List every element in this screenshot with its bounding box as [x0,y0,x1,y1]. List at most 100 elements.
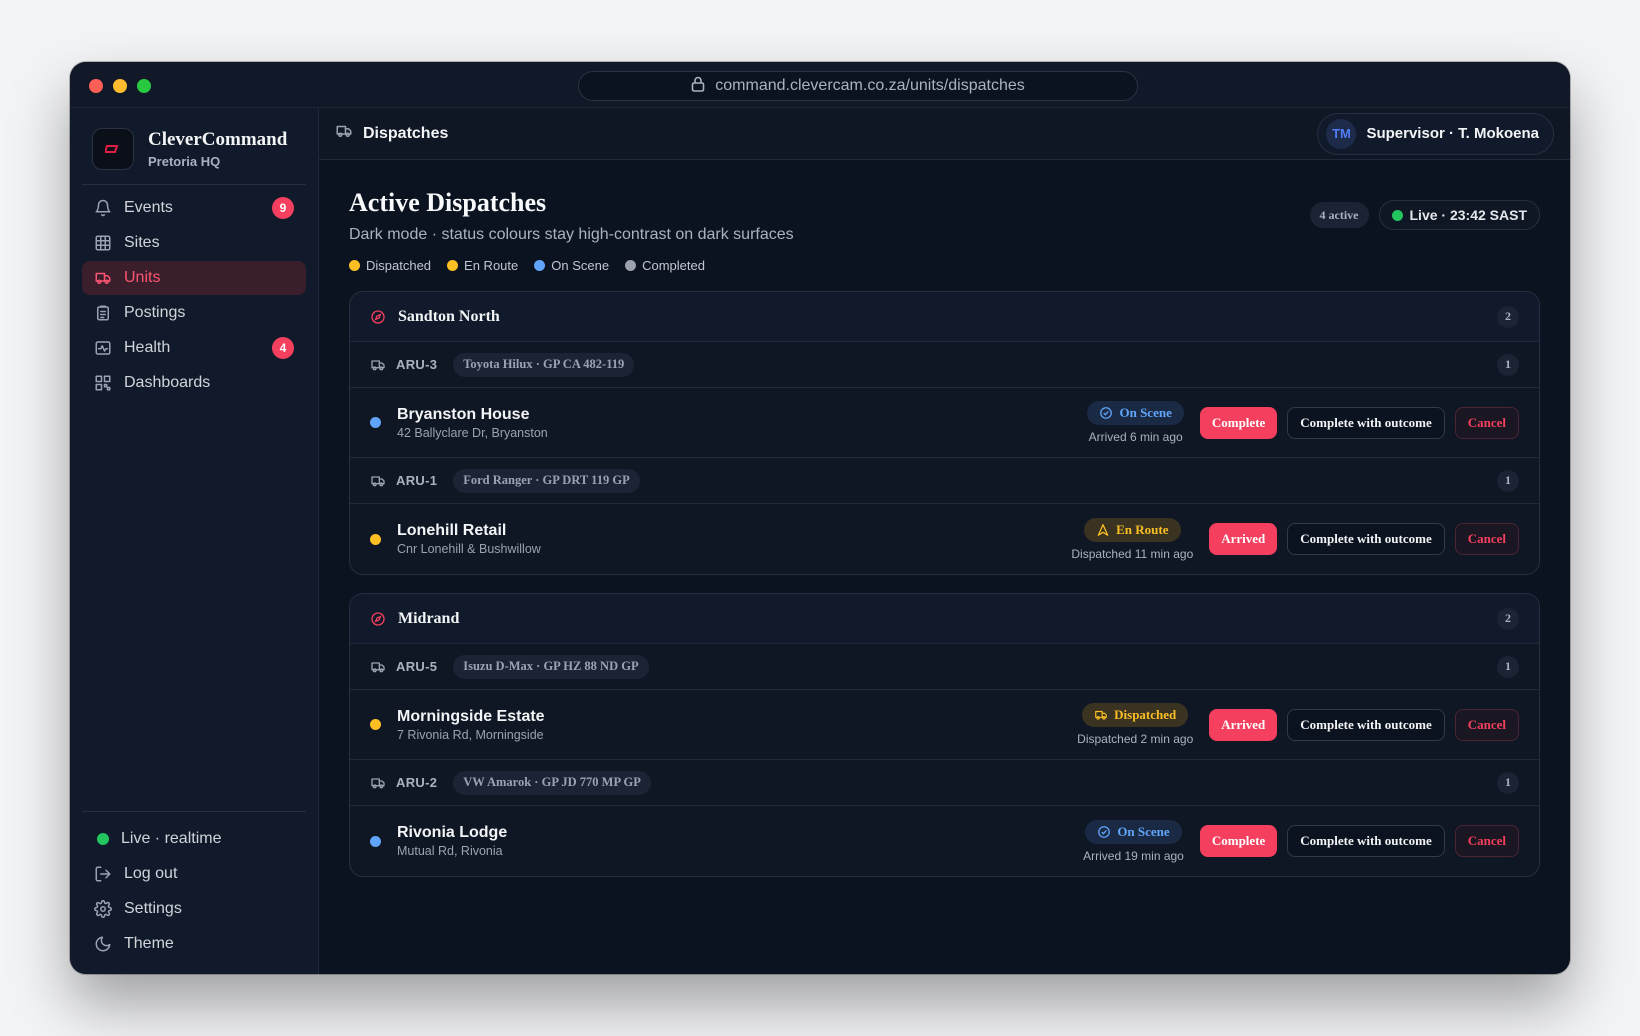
dispatches-panel: Active Dispatches Dark mode · status col… [319,160,1570,877]
user-menu[interactable]: TM Supervisor · T. Mokoena [1317,112,1554,155]
legend-label: Completed [642,258,705,273]
settings-button[interactable]: Settings [82,892,306,926]
minimize-window-button[interactable] [113,79,127,93]
sidebar-item-label: Units [124,269,161,286]
browser-titlebar: command.clevercam.co.za/units/dispatches [70,62,1570,108]
sidebar-item-label: Health [124,339,171,356]
site-name: Lonehill Retail [397,522,507,539]
dispatch-row: Bryanston House 42 Ballyclare Dr, Bryans… [350,388,1539,458]
theme-toggle[interactable]: Theme [82,927,306,961]
status-label: Dispatched [1114,707,1177,722]
avatar: TM [1326,118,1357,149]
breadcrumb: Dispatches [335,122,448,145]
status-time: Dispatched 2 min ago [1077,732,1194,746]
brand-logo-icon [92,128,134,170]
truck-icon [1095,710,1107,720]
settings-label: Settings [124,900,182,917]
truck-icon [371,475,385,486]
maximize-window-button[interactable] [137,79,151,93]
logout-button[interactable]: Log out [82,857,306,891]
cancel-button[interactable]: Cancel [1454,825,1519,857]
sidebar-divider [82,811,306,812]
sidebar-item-label: Dashboards [124,374,211,391]
site-address: Mutual Rd, Rivonia [397,844,503,858]
legend-dot-icon [447,260,459,271]
unit-id: ARU-2 [396,775,438,790]
complete-with-outcome-button[interactable]: Complete with outcome [1287,523,1445,555]
sidebar-footer-nav: Live · realtime Log out Settings Theme [70,822,318,961]
sidebar-divider [82,184,306,185]
cancel-button[interactable]: Cancel [1454,406,1519,439]
brand-location: Pretoria HQ [148,154,221,169]
truck-icon [94,269,112,287]
cancel-button[interactable]: Cancel [1454,523,1519,555]
unit-row-aru-2: ARU-2 VW Amarok · GP JD 770 MP GP 1 [350,760,1539,806]
brand: CleverCommand Pretoria HQ [70,108,318,184]
unit-count-badge: 1 [1497,469,1519,492]
sidebar-item-sites[interactable]: Sites [82,226,306,260]
status-time: Dispatched 11 min ago [1071,546,1194,561]
site-address: 7 Rivonia Rd, Morningside [397,727,544,742]
grid-icon [94,374,112,392]
address-bar[interactable]: command.clevercam.co.za/units/dispatches [578,71,1138,101]
complete-with-outcome-button[interactable]: Complete with outcome [1287,708,1445,741]
sidebar-item-dashboards[interactable]: Dashboards [82,366,306,400]
complete-with-outcome-button[interactable]: Complete with outcome [1287,406,1445,439]
unit-count-badge: 1 [1497,353,1519,376]
unit-count-badge: 1 [1497,655,1519,678]
lock-icon [691,76,705,97]
building-icon [94,234,112,252]
arrived-button[interactable]: Arrived [1209,708,1278,741]
complete-button[interactable]: Complete [1199,825,1278,857]
dispatch-row: Lonehill Retail Cnr Lonehill & Bushwillo… [350,504,1539,574]
sidebar-item-units[interactable]: Units [82,261,306,295]
live-status-indicator: Live · realtime [82,822,306,856]
arrived-button[interactable]: Arrived [1209,523,1278,555]
live-status-label: Live · realtime [121,830,222,847]
legend-dot-icon [534,260,546,271]
gear-icon [94,900,112,918]
page-breadcrumb-title: Dispatches [363,124,449,142]
legend-on-scene: On Scene [534,258,609,273]
status-label: On Scene [1119,405,1172,420]
group-header: Midrand 2 [350,594,1539,644]
live-clock-badge: Live · 23:42 SAST [1378,200,1540,230]
health-count-badge: 4 [272,337,294,359]
activity-icon [94,339,112,357]
legend-dispatched: Dispatched [349,258,431,273]
site-name: Bryanston House [397,405,530,423]
sidebar-item-postings[interactable]: Postings [82,296,306,330]
complete-with-outcome-button[interactable]: Complete with outcome [1287,825,1445,857]
unit-row-aru-3: ARU-3 Toyota Hilux · GP CA 482-119 1 [350,342,1539,388]
status-label: On Scene [1117,823,1170,839]
group-header: Sandton North 2 [350,292,1539,342]
sidebar-item-events[interactable]: Events 9 [82,191,306,225]
sidebar-footer: Live · realtime Log out Settings Theme [70,811,318,962]
cancel-button[interactable]: Cancel [1454,708,1519,741]
clipboard-icon [94,304,112,322]
window-controls [89,79,151,93]
status-badge: En Route [1084,517,1181,542]
status-legend: Dispatched En Route On Scene Completed [349,258,1540,273]
legend-dot-icon [349,260,360,271]
check-circle-icon [1098,825,1111,838]
site-group-midrand: Midrand 2 ARU-5 Isuzu D-Max · GP HZ 88 N… [349,593,1540,877]
status-badge: On Scene [1085,819,1182,844]
main-content: Dispatches TM Supervisor · T. Mokoena Ac… [319,108,1570,974]
truck-icon [371,777,385,788]
truck-icon [335,122,353,145]
theme-label: Theme [124,935,174,952]
legend-label: On Scene [551,258,610,273]
check-circle-icon [1100,407,1113,419]
complete-button[interactable]: Complete [1199,406,1278,439]
sidebar-item-health[interactable]: Health 4 [82,331,306,365]
unit-id: ARU-3 [396,357,438,372]
sidebar-item-label: Events [124,199,173,216]
url-text: command.clevercam.co.za/units/dispatches [715,77,1025,94]
logout-label: Log out [124,865,178,882]
dispatch-row: Morningside Estate 7 Rivonia Rd, Morning… [350,690,1539,760]
close-window-button[interactable] [89,79,103,93]
vehicle-badge: Isuzu D-Max · GP HZ 88 ND GP [453,654,649,679]
topbar: Dispatches TM Supervisor · T. Mokoena [319,108,1570,160]
legend-dot-icon [625,260,637,271]
